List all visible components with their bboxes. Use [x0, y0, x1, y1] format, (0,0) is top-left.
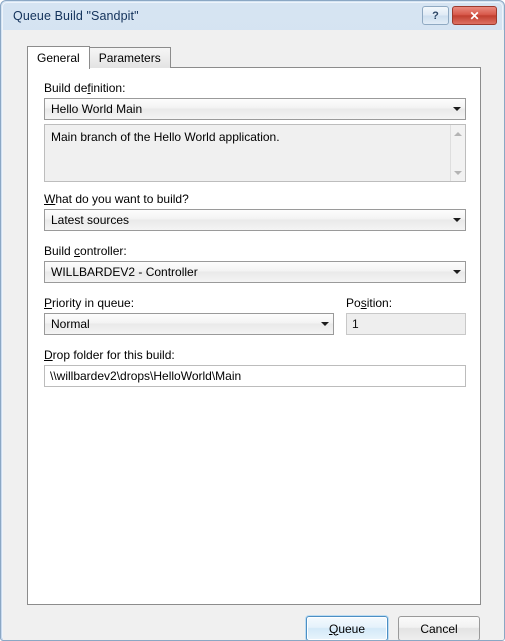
build-definition-value: Hello World Main [51, 102, 143, 116]
drop-folder-label: Drop folder for this build: [44, 348, 175, 362]
queue-button[interactable]: Queue [306, 616, 388, 640]
drop-folder-input[interactable]: \\willbardev2\drops\HelloWorld\Main [44, 365, 466, 387]
tab-parameters[interactable]: Parameters [88, 47, 171, 68]
build-controller-combo[interactable]: WILLBARDEV2 - Controller [44, 261, 466, 283]
position-field: 1 [346, 313, 466, 335]
priority-combo[interactable]: Normal [44, 313, 334, 335]
title-bar: Queue Build "Sandpit" ? ✕ [3, 3, 502, 30]
position-label: Position: [346, 296, 393, 310]
build-definition-label: Build definition: [44, 81, 126, 95]
priority-label: Priority in queue: [44, 296, 135, 310]
scroll-up-icon[interactable] [452, 127, 465, 140]
chevron-down-icon [448, 99, 465, 119]
tab-panel-general: Build definition: Hello World Main Main … [27, 67, 481, 605]
window-title: Queue Build "Sandpit" [13, 9, 139, 23]
build-controller-value: WILLBARDEV2 - Controller [51, 265, 198, 279]
description-text: Main branch of the Hello World applicati… [51, 130, 280, 144]
chevron-down-icon [316, 314, 333, 334]
help-button[interactable]: ? [422, 6, 449, 25]
tab-general[interactable]: General [27, 46, 90, 69]
what-to-build-value: Latest sources [51, 213, 130, 227]
what-to-build-combo[interactable]: Latest sources [44, 209, 466, 231]
cancel-button[interactable]: Cancel [398, 616, 480, 640]
description-scrollbar[interactable] [450, 125, 465, 181]
chevron-down-icon [448, 210, 465, 230]
build-controller-label: Build controller: [44, 244, 127, 258]
what-to-build-label: What do you want to build? [44, 192, 189, 206]
build-definition-description: Main branch of the Hello World applicati… [44, 124, 466, 182]
priority-value: Normal [51, 317, 90, 331]
dialog-window: Queue Build "Sandpit" ? ✕ General Parame… [0, 0, 505, 641]
close-button[interactable]: ✕ [452, 6, 497, 25]
chevron-down-icon [448, 262, 465, 282]
caption-button-group: ? ✕ [422, 6, 497, 25]
tab-strip: General Parameters [27, 46, 171, 69]
scroll-down-icon[interactable] [452, 166, 465, 179]
build-definition-combo[interactable]: Hello World Main [44, 98, 466, 120]
dialog-body: General Parameters Build definition: Hel… [3, 30, 504, 640]
